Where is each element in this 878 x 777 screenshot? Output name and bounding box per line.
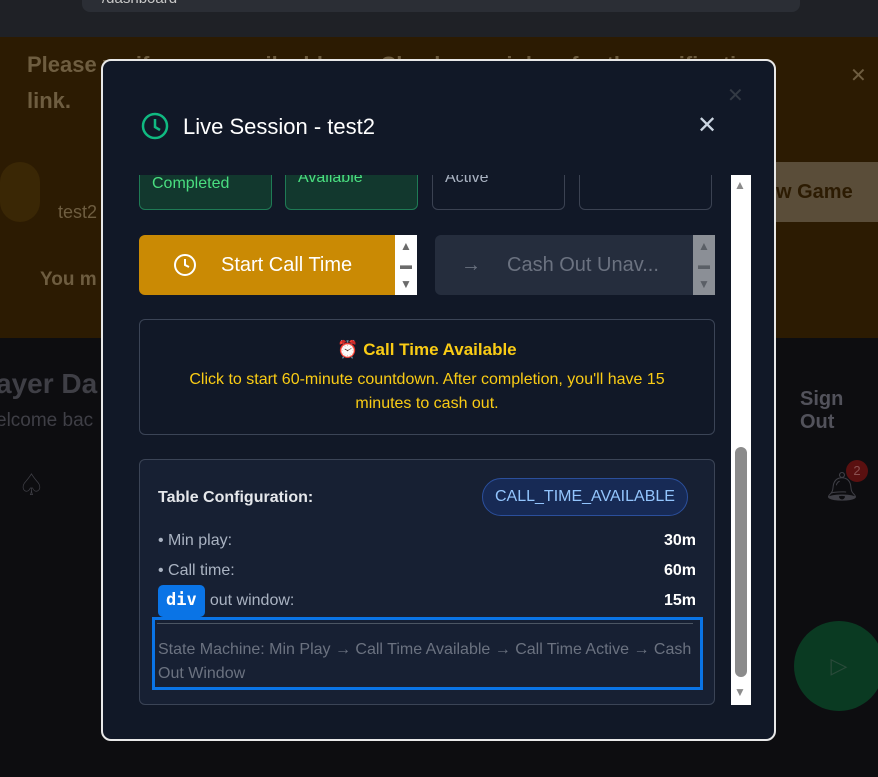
warning-text: You m [40,269,97,290]
scroll-down-arrow[interactable]: ▼ [734,685,746,699]
new-game-button[interactable]: w Game [760,162,878,222]
inspector-tag-label: div [158,585,205,617]
browser-toolbar: /dashboard [0,0,878,37]
background-close-icon: ✕ [727,85,744,107]
alarm-clock-icon: ⏰ [337,340,359,359]
sign-out-button[interactable]: Sign Out [800,388,878,434]
row-label: • Min play: [158,532,233,549]
row-value: 60m [663,562,696,579]
state-badge: CALL_TIME_AVAILABLE [482,478,688,516]
table-configuration-panel: Table Configuration: CALL_TIME_AVAILABLE… [139,459,715,705]
page-title: ayer Da [0,368,98,399]
spinner-control[interactable]: ▲ ▬ ▼ [395,235,417,295]
clock-icon [141,112,169,140]
info-title: Call Time Available [363,340,517,359]
row-label: • Call time: [158,562,235,579]
state-machine-text: State Machine: Min Play → Call Time Avai… [158,641,692,682]
spinner-control[interactable]: ▲ ▬ ▼ [693,235,715,295]
config-row-min-play: • Min play: 30m [158,532,696,550]
scroll-up-arrow[interactable]: ▲ [734,178,746,192]
scrollbar-thumb[interactable] [735,447,747,677]
modal-scroll-content[interactable]: Completed Available Active Start Call Ti… [139,175,715,705]
cash-out-label: Cash Out Unav... [507,253,659,276]
welcome-text: elcome bac [0,410,94,431]
play-icon [0,162,40,222]
status-card-completed: Completed [139,175,272,210]
start-call-time-button[interactable]: Start Call Time ▲ ▬ ▼ [139,235,417,295]
modal-scrollbar[interactable]: ▲ ▼ [731,175,751,705]
state-machine-highlight: State Machine: Min Play → Call Time Avai… [152,617,703,690]
config-heading: Table Configuration: [158,489,314,506]
live-session-modal: Live Session - test2 ✕ ✕ Completed Avail… [101,59,776,741]
cash-out-button[interactable]: → Cash Out Unav... ▲ ▬ ▼ [435,235,715,295]
modal-title: Live Session - test2 [183,114,375,139]
close-icon[interactable]: ✕ [697,111,717,140]
clock-icon [174,254,196,276]
info-text: Click to start 60-minute countdown. Afte… [189,371,665,412]
row-value: 30m [663,532,696,549]
status-card-available: Available [285,175,418,210]
row-value: 15m [663,592,696,609]
call-time-info-panel: ⏰ Call Time Available Click to start 60-… [139,319,715,435]
game-user: test2 [58,202,98,222]
config-row-cash-out-window: • Cash out window: 15m [158,592,696,610]
spade-icon[interactable]: ♤ [18,468,45,503]
banner-close-icon[interactable]: ✕ [850,63,867,88]
arrow-right-icon: → [461,253,481,276]
address-bar[interactable]: /dashboard [82,0,800,12]
start-call-time-label: Start Call Time [221,253,353,276]
notification-badge: 2 [846,460,868,482]
config-row-call-time: • Call time: 60m [158,562,696,580]
fab-play-button[interactable]: ▷ [794,621,878,711]
status-card-empty [579,175,712,210]
status-card-active: Active [432,175,565,210]
